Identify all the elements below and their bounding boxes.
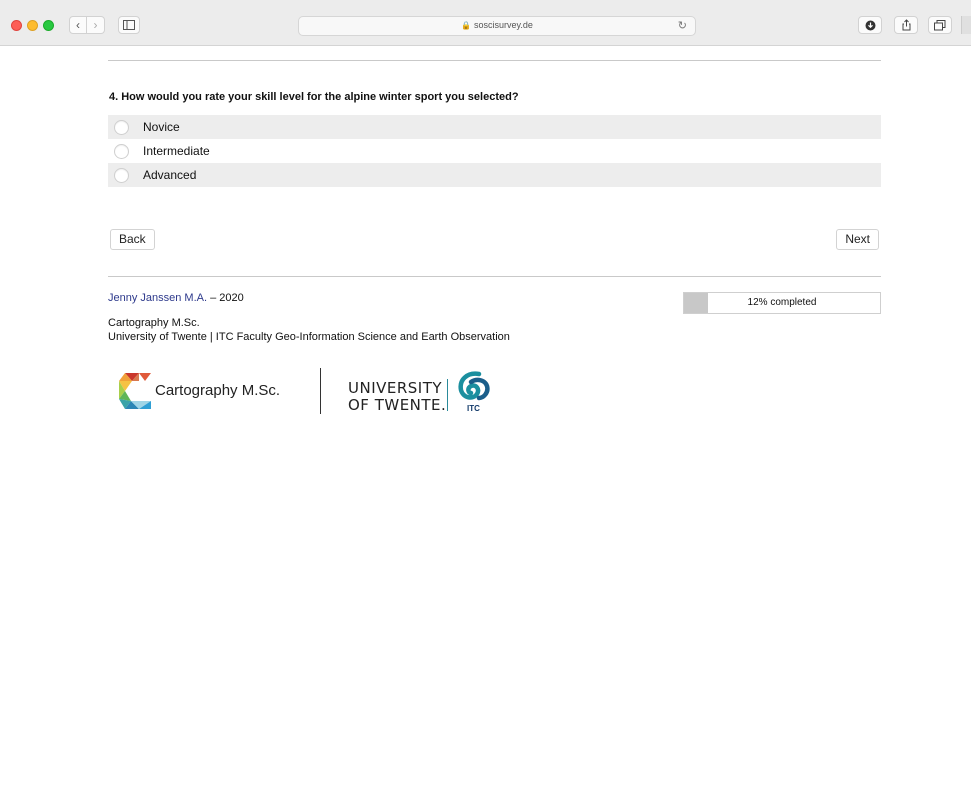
progress-label: 12% completed — [747, 297, 817, 308]
address-bar[interactable]: 🔒 soscisurvey.de ↻ — [298, 16, 696, 36]
answer-options: Novice Intermediate Advanced — [108, 115, 881, 187]
question-text: 4. How would you rate your skill level f… — [109, 91, 519, 103]
option-label[interactable]: Intermediate — [143, 144, 210, 158]
back-button[interactable]: Back — [110, 229, 155, 250]
itc-logo-icon: ITC — [458, 371, 490, 413]
option-label[interactable]: Novice — [143, 120, 180, 134]
back-nav-icon[interactable]: ‹ — [69, 16, 87, 34]
cartography-logo: Cartography M.Sc. — [119, 369, 309, 415]
institution-name: University of Twente | ITC Faculty Geo-I… — [108, 331, 510, 343]
forward-nav-icon[interactable]: › — [87, 16, 105, 34]
sidebar-toggle-icon[interactable] — [118, 16, 140, 34]
logo-divider — [447, 379, 448, 411]
close-window-icon[interactable] — [11, 20, 22, 31]
author-link[interactable]: Jenny Janssen M.A. — [108, 292, 207, 304]
option-label[interactable]: Advanced — [143, 168, 196, 182]
author-line: Jenny Janssen M.A. – 2020 — [108, 292, 244, 304]
cartography-logo-text: Cartography M.Sc. — [155, 382, 281, 399]
radio-button[interactable] — [114, 119, 129, 135]
logo-divider — [320, 368, 321, 414]
progress-bar: 12% completed — [683, 292, 881, 314]
ut-logo-line1: UNIVERSITY — [348, 379, 443, 397]
minimize-window-icon[interactable] — [27, 20, 38, 31]
reload-icon[interactable]: ↻ — [678, 19, 687, 32]
next-button[interactable]: Next — [836, 229, 879, 250]
option-advanced[interactable]: Advanced — [108, 163, 881, 187]
share-icon[interactable] — [894, 16, 918, 34]
download-icon[interactable] — [858, 16, 882, 34]
tab-overview-icon[interactable] — [928, 16, 952, 34]
author-year: – 2020 — [207, 292, 244, 304]
itc-logo-text: ITC — [467, 404, 480, 413]
zoom-window-icon[interactable] — [43, 20, 54, 31]
lock-icon: 🔒 — [461, 21, 472, 30]
university-of-twente-logo: UNIVERSITY OF TWENTE. — [348, 380, 446, 414]
url-text: soscisurvey.de — [474, 20, 533, 30]
divider — [108, 60, 881, 61]
option-intermediate[interactable]: Intermediate — [108, 139, 881, 163]
program-name: Cartography M.Sc. — [108, 317, 200, 329]
option-novice[interactable]: Novice — [108, 115, 881, 139]
new-tab-button[interactable] — [961, 16, 971, 34]
radio-button[interactable] — [114, 167, 129, 183]
ut-logo-line2: OF TWENTE. — [348, 396, 447, 414]
cartography-mark-icon — [119, 373, 151, 409]
radio-button[interactable] — [114, 143, 129, 159]
browser-toolbar: ‹ › 🔒 soscisurvey.de ↻ — [0, 0, 971, 46]
divider — [108, 276, 881, 277]
